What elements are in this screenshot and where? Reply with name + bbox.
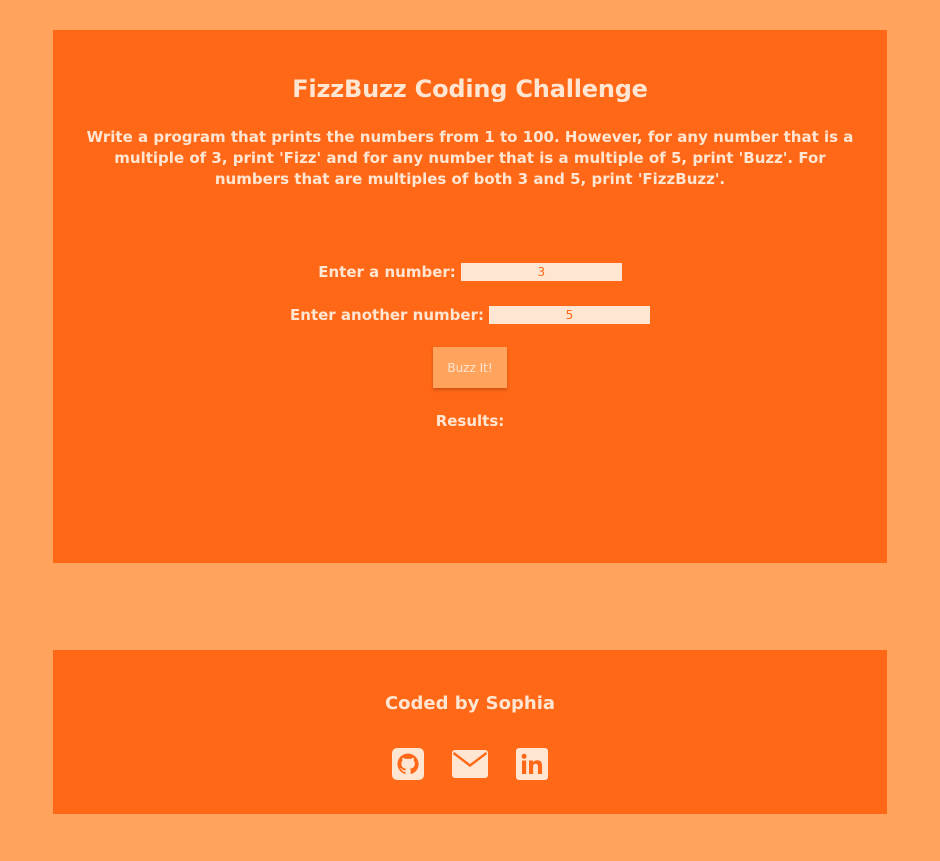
- github-link[interactable]: [392, 748, 424, 780]
- second-number-label: Enter another number:: [290, 306, 484, 324]
- page-title: FizzBuzz Coding Challenge: [292, 75, 648, 103]
- linkedin-icon: [516, 748, 548, 780]
- email-link[interactable]: [452, 750, 488, 778]
- challenge-card: FizzBuzz Coding Challenge Write a progra…: [53, 30, 887, 563]
- envelope-icon: [452, 750, 488, 778]
- author-credit: Coded by Sophia: [384, 693, 556, 714]
- footer-card: Coded by Sophia: [53, 650, 887, 814]
- second-number-row: Enter another number:: [53, 305, 887, 325]
- results-label: Results:: [435, 412, 505, 430]
- github-icon: [392, 748, 424, 780]
- first-number-label: Enter a number:: [318, 263, 456, 281]
- buzz-it-button[interactable]: Buzz It!: [433, 347, 507, 388]
- first-number-input[interactable]: [460, 263, 622, 281]
- linkedin-link[interactable]: [516, 748, 548, 780]
- challenge-description: Write a program that prints the numbers …: [86, 128, 854, 188]
- first-number-row: Enter a number:: [53, 262, 887, 282]
- social-links: [53, 747, 887, 781]
- second-number-input[interactable]: [488, 306, 650, 324]
